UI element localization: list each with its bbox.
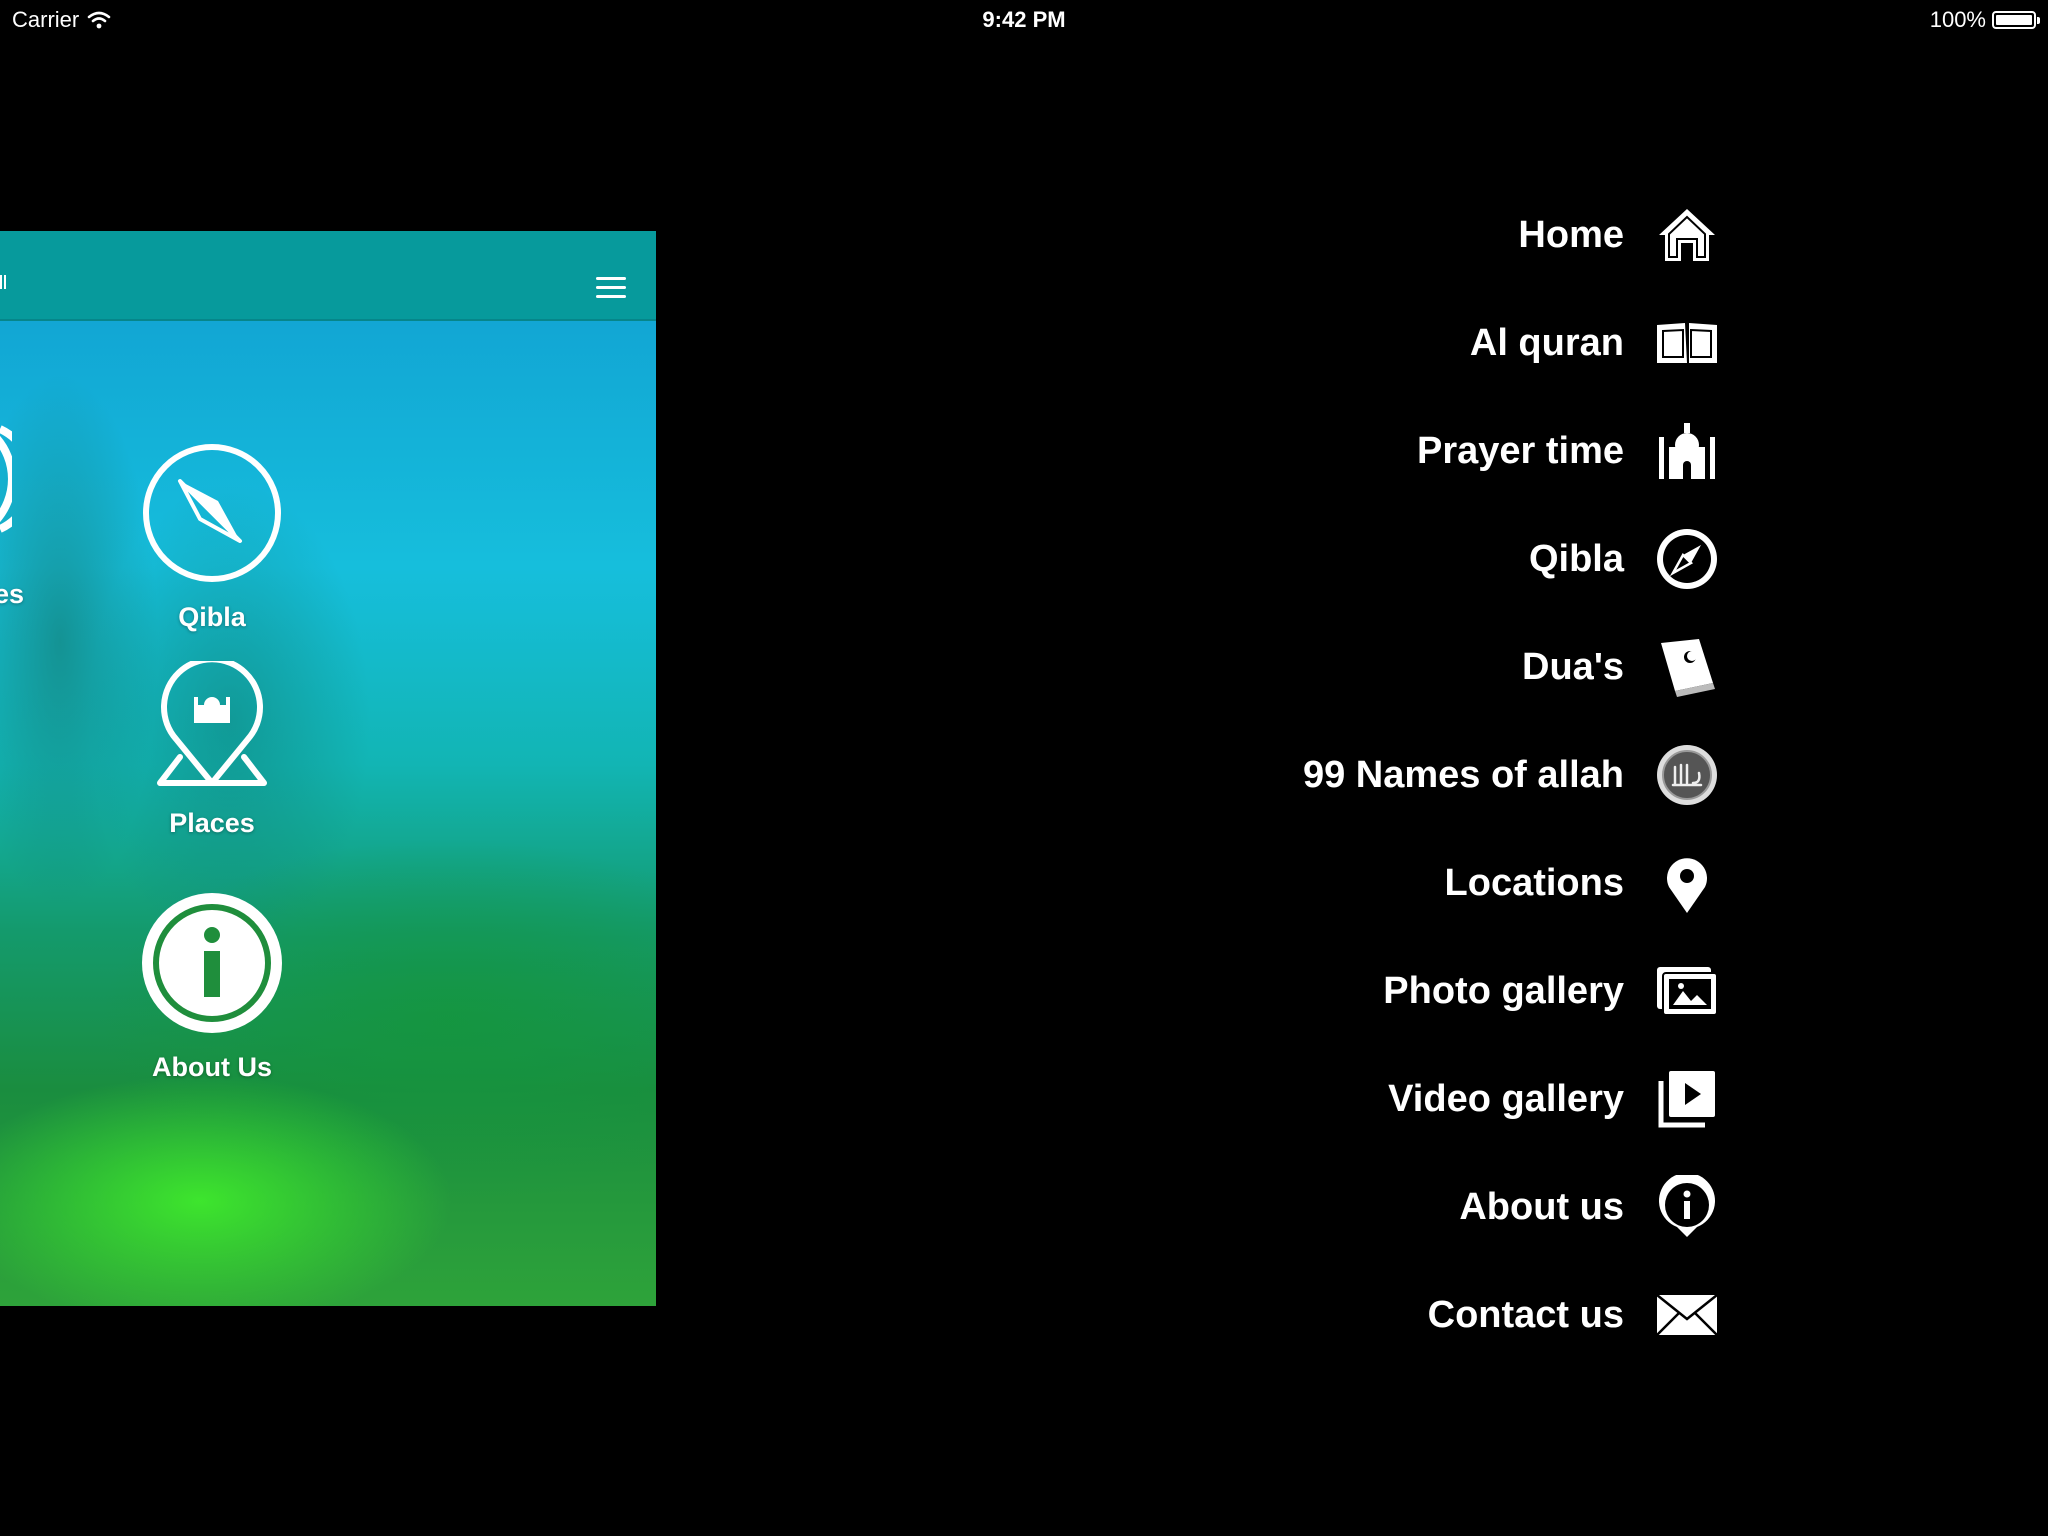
menu-item-label: Video gallery <box>1388 1077 1624 1120</box>
app-body-background: es Qibla Places About Us <box>0 321 656 1306</box>
location-pin-icon <box>1654 850 1720 916</box>
status-time: 9:42 PM <box>982 7 1066 32</box>
places-tile[interactable]: Places <box>140 656 284 839</box>
video-gallery-icon <box>1654 1066 1720 1132</box>
compass-icon <box>143 444 281 582</box>
about-us-tile[interactable]: About Us <box>140 891 284 1083</box>
menu-item-locations[interactable]: Locations <box>1200 838 1720 928</box>
menu-item-label: Qibla <box>1528 537 1624 580</box>
mosque-map-pin-icon <box>157 656 267 786</box>
quran-book-icon <box>1654 634 1720 700</box>
menu-item-about-us[interactable]: About us <box>1200 1162 1720 1252</box>
menu-item-label: Home <box>1518 213 1624 256</box>
header-title-fragment <box>0 275 6 289</box>
app-header <box>0 231 656 321</box>
battery-level <box>1996 15 2032 25</box>
partial-tile-icon[interactable] <box>0 409 12 549</box>
menu-item-label: Locations <box>1444 861 1624 904</box>
menu-item-contact-us[interactable]: Contact us <box>1200 1270 1720 1360</box>
hamburger-menu-icon[interactable] <box>596 277 626 299</box>
partial-tile-icon-lower[interactable] <box>0 901 10 1051</box>
info-icon <box>142 893 282 1033</box>
menu-item-prayer-time[interactable]: Prayer time <box>1200 406 1720 496</box>
battery-percent: 100% <box>1929 7 1986 32</box>
menu-item-photo-gallery[interactable]: Photo gallery <box>1200 946 1720 1036</box>
menu-item-label: About us <box>1459 1185 1624 1228</box>
menu-item-label: Contact us <box>1427 1293 1624 1336</box>
menu-item-al-quran[interactable]: Al quran <box>1200 298 1720 388</box>
home-icon <box>1654 202 1720 268</box>
menu-item-video-gallery[interactable]: Video gallery <box>1200 1054 1720 1144</box>
compass-icon <box>1654 526 1720 592</box>
allah-calligraphy-icon <box>1654 742 1720 808</box>
menu-item-label: 99 Names of allah <box>1302 753 1624 796</box>
menu-item-qibla[interactable]: Qibla <box>1200 514 1720 604</box>
places-tile-label: Places <box>169 808 255 838</box>
partial-tile-label: es <box>0 579 25 609</box>
envelope-icon <box>1654 1282 1720 1348</box>
menu-item-home[interactable]: Home <box>1200 190 1720 280</box>
menu-item-label: Al quran <box>1469 321 1624 364</box>
app-main-screen[interactable]: es Qibla Places About Us <box>0 231 656 1306</box>
menu-item-duas[interactable]: Dua's <box>1200 622 1720 712</box>
battery-icon <box>1992 11 2040 29</box>
qibla-tile-label: Qibla <box>178 602 246 632</box>
partial-tile-left[interactable]: es <box>0 569 24 610</box>
menu-item-99-names[interactable]: 99 Names of allah <box>1200 730 1720 820</box>
qibla-tile[interactable]: Qibla <box>140 441 284 633</box>
status-bar: Carrier 9:42 PM 100% <box>0 0 2048 40</box>
photo-gallery-icon <box>1654 958 1720 1024</box>
menu-item-label: Dua's <box>1522 645 1624 688</box>
menu-item-label: Photo gallery <box>1383 969 1624 1012</box>
mosque-icon <box>1654 418 1720 484</box>
menu-item-label: Prayer time <box>1416 429 1624 472</box>
info-pin-icon <box>1654 1174 1720 1240</box>
battery-indicator: 100% <box>1929 7 2040 33</box>
open-book-icon <box>1654 310 1720 376</box>
about-us-tile-label: About Us <box>152 1052 272 1082</box>
